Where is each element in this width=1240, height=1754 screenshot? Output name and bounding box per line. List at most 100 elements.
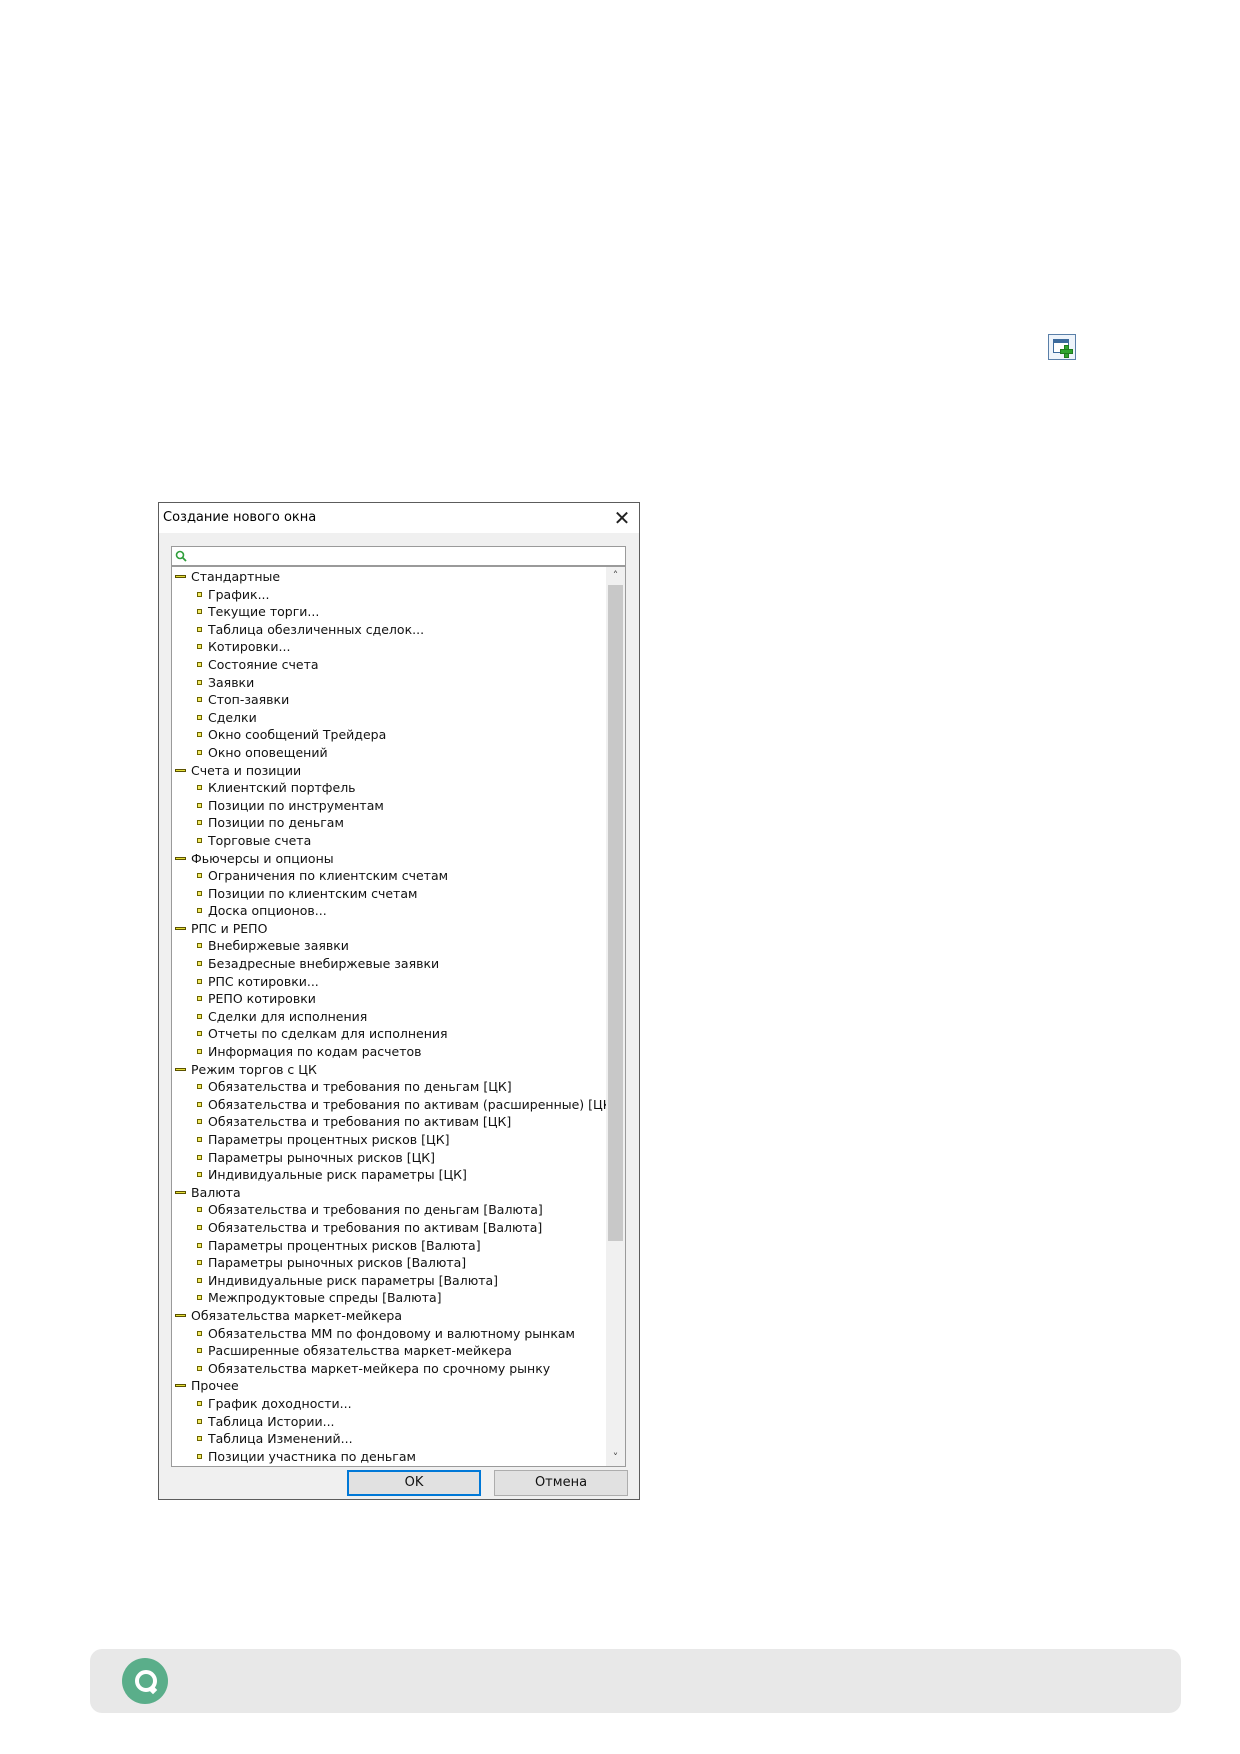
- collapse-icon[interactable]: [175, 1384, 186, 1388]
- collapse-icon[interactable]: [175, 575, 186, 578]
- tree-item[interactable]: РЕПО котировки: [172, 990, 606, 1008]
- window-type-tree[interactable]: Стандартные График... Текущие торги... Табл…: [171, 566, 626, 1467]
- tree-item[interactable]: Ограничения по клиентским счетам: [172, 867, 606, 885]
- collapse-icon[interactable]: [175, 1067, 186, 1071]
- tree-item[interactable]: Параметры рыночных рисков [ЦК]: [172, 1149, 606, 1167]
- tree-item[interactable]: Таблица Истории...: [172, 1413, 606, 1431]
- tree-category[interactable]: Стандартные: [172, 568, 606, 586]
- tree-item[interactable]: Позиции участника по деньгам: [172, 1448, 606, 1466]
- collapse-icon[interactable]: [175, 856, 186, 860]
- collapse-icon[interactable]: [175, 1313, 186, 1317]
- tree-item[interactable]: Обязательства и требования по активам [Ц…: [172, 1113, 606, 1131]
- tree-item-label: Отчеты по сделкам для исполнения: [208, 1026, 448, 1042]
- close-icon[interactable]: ✕: [611, 507, 633, 529]
- tree-item[interactable]: Текущие торги...: [172, 603, 606, 621]
- scroll-down-arrow-icon[interactable]: ˅: [606, 1449, 625, 1466]
- tree-item[interactable]: График...: [172, 586, 606, 604]
- cancel-button[interactable]: Отмена: [494, 1470, 628, 1496]
- tree-category[interactable]: Счета и позиции: [172, 762, 606, 780]
- bullet-icon: [197, 626, 202, 632]
- tree-item[interactable]: Безадресные внебиржевые заявки: [172, 955, 606, 973]
- tree-item-label: Прочее: [191, 1378, 239, 1394]
- tree-category[interactable]: Валюта: [172, 1184, 606, 1202]
- tree-item-label: Обязательства и требования по активам [В…: [208, 1219, 543, 1235]
- tree-item-label: Торговые счета: [208, 832, 312, 848]
- ok-button[interactable]: OK: [347, 1470, 481, 1496]
- tree-item-label: Сделки для исполнения: [208, 1008, 368, 1024]
- tree-item[interactable]: Параметры процентных рисков [Валюта]: [172, 1237, 606, 1255]
- tree-item[interactable]: Сделки для исполнения: [172, 1008, 606, 1026]
- bullet-icon: [197, 1418, 202, 1424]
- tree-item[interactable]: Обязательства и требования по деньгам [Ц…: [172, 1078, 606, 1096]
- tree-item-label: Стоп-заявки: [208, 692, 290, 708]
- tree-category[interactable]: РПС и РЕПО: [172, 920, 606, 938]
- tree-item[interactable]: Обязательства и требования по активам (р…: [172, 1096, 617, 1114]
- tree-item[interactable]: Обязательства ММ по фондовому и валютном…: [172, 1325, 606, 1343]
- bullet-icon: [197, 785, 202, 791]
- bottom-info-bar: [90, 1649, 1181, 1713]
- tree-item[interactable]: Позиции по деньгам: [172, 814, 606, 832]
- bullet-icon: [197, 714, 202, 720]
- tree-item[interactable]: Таблица Изменений...: [172, 1430, 606, 1448]
- tree-item-label: Межпродуктовые спреды [Валюта]: [208, 1290, 442, 1306]
- create-window-dialog: Создание нового окна ✕ Стандартные График…: [158, 502, 640, 1500]
- bullet-icon: [197, 1400, 202, 1406]
- search-icon: [175, 550, 187, 562]
- bullet-icon: [197, 837, 202, 843]
- new-window-plus-icon[interactable]: [1048, 334, 1076, 360]
- tree-item[interactable]: Внебиржевые заявки: [172, 937, 606, 955]
- vertical-scrollbar[interactable]: ˄ ˅: [606, 567, 625, 1466]
- tree-item[interactable]: Таблица обезличенных сделок...: [172, 621, 606, 639]
- tree-category[interactable]: Обязательства маркет-мейкера: [172, 1307, 606, 1325]
- search-input[interactable]: [171, 546, 626, 566]
- plus-icon: [1060, 345, 1073, 358]
- tree-item[interactable]: Обязательства маркет-мейкера по срочному…: [172, 1360, 606, 1378]
- tree-category[interactable]: Режим торгов с ЦК: [172, 1061, 606, 1079]
- collapse-icon[interactable]: [175, 926, 186, 930]
- tree-item-label: Позиции по инструментам: [208, 797, 384, 813]
- tree-item[interactable]: Информация по кодам расчетов: [172, 1043, 606, 1061]
- tree-item-label: Состояние счета: [208, 656, 319, 672]
- tree-list: Стандартные График... Текущие торги... Табл…: [172, 568, 617, 1466]
- tree-item[interactable]: РПС котировки...: [172, 973, 606, 991]
- tree-item[interactable]: Позиции по клиентским счетам: [172, 885, 606, 903]
- tree-item-label: Режим торгов с ЦК: [191, 1061, 317, 1077]
- tree-item[interactable]: Индивидуальные риск параметры [Валюта]: [172, 1272, 606, 1290]
- tree-item[interactable]: График доходности...: [172, 1395, 606, 1413]
- tree-item-label: Параметры рыночных рисков [Валюта]: [208, 1255, 467, 1271]
- tree-item-label: Сделки: [208, 709, 257, 725]
- tree-item[interactable]: Обязательства и требования по активам [В…: [172, 1219, 606, 1237]
- tree-item[interactable]: Сделки: [172, 709, 606, 727]
- tree-item[interactable]: Состояние счета: [172, 656, 606, 674]
- tree-item[interactable]: Котировки...: [172, 638, 606, 656]
- tree-category[interactable]: Прочее: [172, 1377, 606, 1395]
- dialog-titlebar: Создание нового окна ✕: [159, 503, 639, 533]
- tree-item[interactable]: Межпродуктовые спреды [Валюта]: [172, 1289, 606, 1307]
- bullet-icon: [197, 1031, 202, 1037]
- scroll-thumb[interactable]: [608, 585, 623, 1241]
- tree-category[interactable]: Фьючерсы и опционы: [172, 850, 606, 868]
- tree-item[interactable]: Отчеты по сделкам для исполнения: [172, 1025, 606, 1043]
- collapse-icon[interactable]: [175, 768, 186, 772]
- tree-item[interactable]: Позиции по инструментам: [172, 797, 606, 815]
- tree-item[interactable]: Стоп-заявки: [172, 691, 606, 709]
- tree-item-label: Таблица обезличенных сделок...: [208, 621, 425, 637]
- tree-item[interactable]: Параметры процентных рисков [ЦК]: [172, 1131, 606, 1149]
- tree-item-label: Ограничения по клиентским счетам: [208, 868, 449, 884]
- tree-item[interactable]: Клиентский портфель: [172, 779, 606, 797]
- tree-item[interactable]: Индивидуальные риск параметры [ЦК]: [172, 1166, 606, 1184]
- bullet-icon: [197, 961, 202, 967]
- tree-item[interactable]: Обязательства и требования по деньгам [В…: [172, 1201, 606, 1219]
- tree-item-label: Обязательства и требования по деньгам [В…: [208, 1202, 543, 1218]
- scroll-up-arrow-icon[interactable]: ˄: [606, 567, 625, 584]
- tree-item[interactable]: Доска опционов...: [172, 902, 606, 920]
- tree-item[interactable]: Параметры рыночных рисков [Валюта]: [172, 1254, 606, 1272]
- tree-item-label: Окно оповещений: [208, 744, 328, 760]
- tree-item[interactable]: Окно оповещений: [172, 744, 606, 762]
- tree-item[interactable]: Расширенные обязательства маркет-мейкера: [172, 1342, 606, 1360]
- tree-item[interactable]: Окно сообщений Трейдера: [172, 726, 606, 744]
- tree-item[interactable]: Торговые счета: [172, 832, 606, 850]
- tree-item[interactable]: Заявки: [172, 674, 606, 692]
- tree-item-label: Позиции по клиентским счетам: [208, 885, 418, 901]
- collapse-icon[interactable]: [175, 1190, 186, 1194]
